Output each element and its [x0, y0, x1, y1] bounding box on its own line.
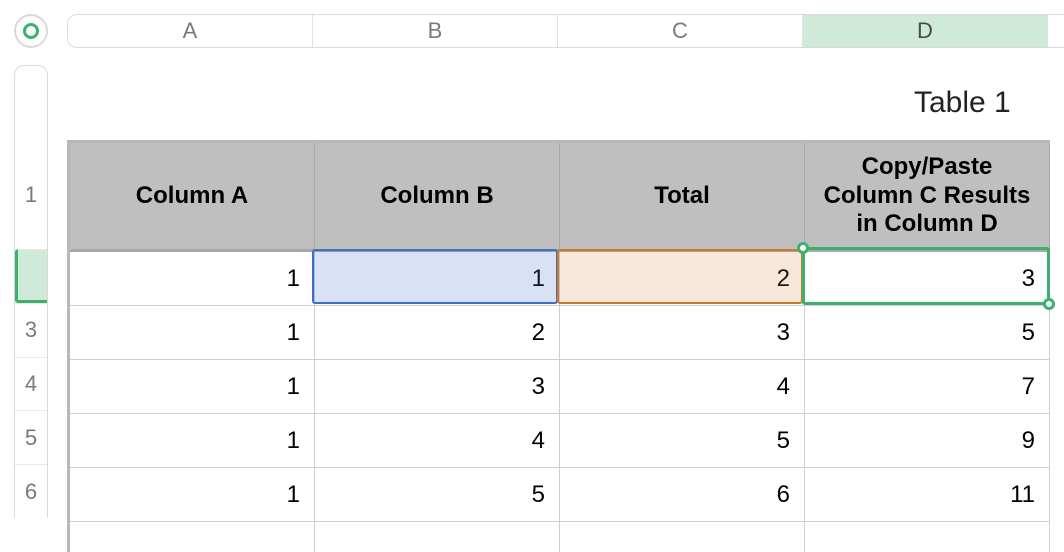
cell-d7[interactable] — [805, 522, 1050, 552]
cell-a6[interactable]: 1 — [70, 468, 315, 522]
cell-b5[interactable]: 4 — [315, 414, 560, 468]
column-header-c[interactable]: C — [558, 15, 803, 47]
cell-a5[interactable]: 1 — [70, 414, 315, 468]
cell-d3[interactable]: 5 — [805, 306, 1050, 360]
cell-c2[interactable]: 2 — [560, 252, 805, 306]
cell-a4[interactable]: 1 — [70, 360, 315, 414]
table-row: 1 2 3 5 — [70, 306, 1050, 360]
row-header-2[interactable]: 2 — [15, 249, 48, 303]
column-header-b[interactable]: B — [313, 15, 558, 47]
table-row — [70, 522, 1050, 552]
cell-b6[interactable]: 5 — [315, 468, 560, 522]
sheet-canvas[interactable]: Table 1 Column A Column B Total Copy/Pas… — [67, 65, 1064, 518]
table-header-a[interactable]: Column A — [70, 143, 315, 252]
table-row: 1 1 2 3 — [70, 252, 1050, 306]
row-header-6[interactable]: 6 — [15, 464, 47, 518]
row-header-1[interactable]: 1 — [15, 141, 47, 250]
cell-b4[interactable]: 3 — [315, 360, 560, 414]
table-header-row: Column A Column B Total Copy/Paste Colum… — [70, 143, 1050, 252]
row-header-3[interactable]: 3 — [15, 303, 47, 357]
table-grid: Column A Column B Total Copy/Paste Colum… — [67, 140, 1050, 552]
table-row: 1 3 4 7 — [70, 360, 1050, 414]
column-header-d[interactable]: D — [803, 15, 1048, 47]
cell-c5[interactable]: 5 — [560, 414, 805, 468]
table-row: 1 5 6 11 — [70, 468, 1050, 522]
cell-d6[interactable]: 11 — [805, 468, 1050, 522]
cell-b7[interactable] — [315, 522, 560, 552]
row-headers: 1 2 3 4 5 6 — [14, 65, 48, 518]
cell-c7[interactable] — [560, 522, 805, 552]
select-all-icon — [23, 23, 39, 39]
cell-d5[interactable]: 9 — [805, 414, 1050, 468]
row-header-4[interactable]: 4 — [15, 357, 47, 411]
cell-d2[interactable]: 3 — [805, 252, 1050, 306]
table-header-c[interactable]: Total — [560, 143, 805, 252]
cell-a7[interactable] — [70, 522, 315, 552]
cell-c4[interactable]: 4 — [560, 360, 805, 414]
cell-b3[interactable]: 2 — [315, 306, 560, 360]
cell-a2[interactable]: 1 — [70, 252, 315, 306]
cell-b2[interactable]: 1 — [315, 252, 560, 306]
table-header-d[interactable]: Copy/Paste Column C Results in Column D — [805, 143, 1050, 252]
column-headers: A B C D — [67, 14, 1064, 48]
row-header-5[interactable]: 5 — [15, 410, 47, 464]
table-row: 1 4 5 9 — [70, 414, 1050, 468]
cell-c6[interactable]: 6 — [560, 468, 805, 522]
table-header-b[interactable]: Column B — [315, 143, 560, 252]
select-all-button[interactable] — [14, 14, 48, 48]
cell-a3[interactable]: 1 — [70, 306, 315, 360]
cell-d4[interactable]: 7 — [805, 360, 1050, 414]
column-header-a[interactable]: A — [68, 15, 313, 47]
table-title[interactable]: Table 1 — [67, 65, 1064, 140]
cell-c3[interactable]: 3 — [560, 306, 805, 360]
